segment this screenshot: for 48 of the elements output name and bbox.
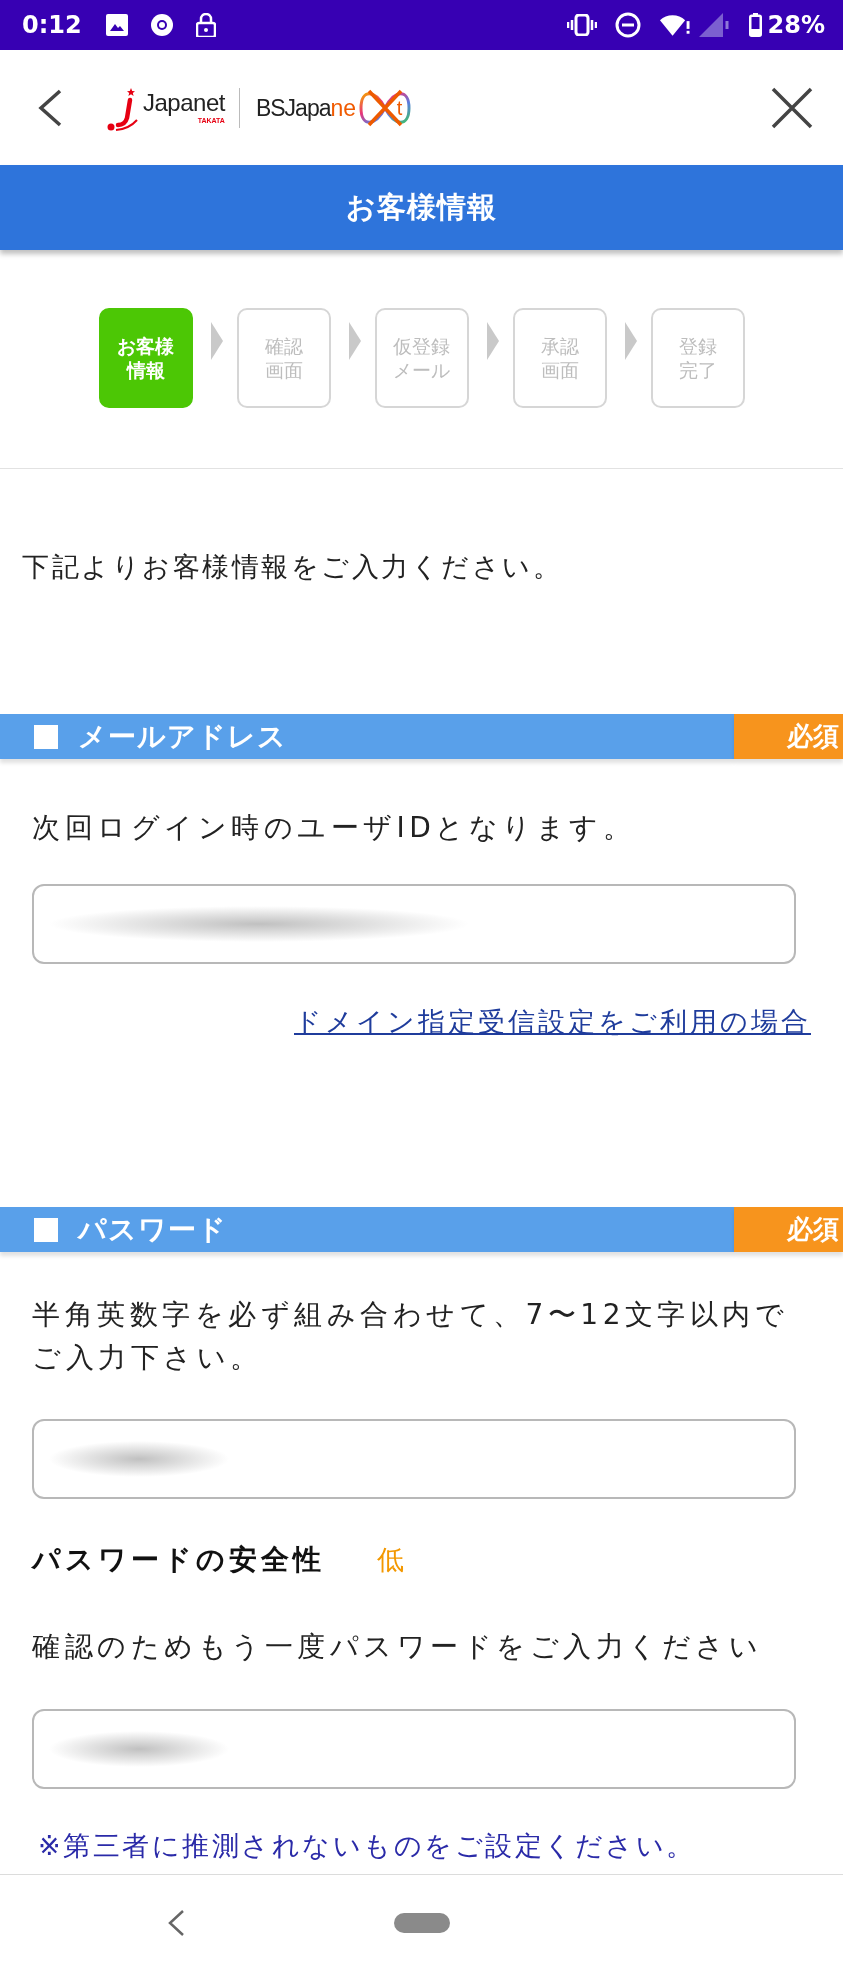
back-button[interactable]	[38, 88, 62, 127]
vibrate-icon	[566, 14, 597, 36]
step-indicator: お客様 情報	[98, 308, 193, 408]
logo-text: ne	[330, 93, 357, 123]
step-indicator: 登録 完了	[650, 308, 745, 408]
step-indicator: 確認 画面	[236, 308, 331, 408]
triangle-right-icon	[348, 322, 361, 360]
domain-setting-link[interactable]: ドメイン指定受信設定をご利用の場合	[294, 1002, 811, 1042]
email-input-field[interactable]	[32, 884, 796, 964]
triangle-right-icon	[486, 322, 499, 360]
square-icon	[34, 724, 58, 749]
triangle-right-icon	[210, 322, 223, 360]
confirm-password-input-field[interactable]	[32, 1709, 796, 1789]
page-title: お客様情報	[346, 188, 497, 226]
signal-icon	[698, 13, 729, 37]
triangle-right-icon	[624, 322, 637, 360]
chevron-left-icon	[38, 88, 62, 127]
note-text: ※第三者に推測されないものをご設定ください。	[37, 1829, 697, 1863]
intro-text: 下記よりお客様情報をご入力ください。	[21, 550, 563, 584]
section-title: パスワード	[78, 1211, 227, 1248]
nav-back-button[interactable]	[167, 1909, 185, 1937]
lock-icon	[195, 13, 216, 37]
square-icon	[34, 1217, 58, 1242]
battery-percent: 28%	[767, 11, 825, 39]
section-title: メールアドレス	[78, 718, 287, 755]
logo-text: BSJapa	[255, 93, 331, 123]
close-button[interactable]	[771, 86, 813, 129]
logo-text: t	[395, 95, 403, 121]
status-time: 0:12	[22, 11, 82, 39]
logo-text: Japanet	[143, 90, 225, 116]
strength-value: 低	[377, 1543, 404, 1577]
step-indicator: 承認 画面	[512, 308, 607, 408]
field-description: 次回ログイン時のユーザIDとなります。	[31, 810, 637, 846]
gallery-icon	[105, 14, 128, 36]
confirm-label: 確認のためもう一度パスワードをご入力ください	[31, 1629, 763, 1665]
field-description: 半角英数字を必ず組み合わせて、7〜12文字以内でご入力下さい。	[31, 1297, 790, 1376]
chevron-left-icon	[167, 1909, 185, 1937]
password-input-field[interactable]	[32, 1419, 796, 1499]
do-not-disturb-icon	[614, 12, 641, 38]
step-indicator: 仮登録 メール	[374, 308, 469, 408]
close-icon	[771, 86, 813, 129]
required-badge: 必須	[734, 1207, 843, 1252]
browser-icon	[150, 14, 173, 36]
battery-icon	[748, 13, 762, 37]
strength-label: パスワードの安全性	[32, 1542, 325, 1578]
required-badge: 必須	[734, 714, 843, 759]
wifi-icon	[658, 13, 690, 37]
home-button[interactable]	[394, 1913, 450, 1933]
